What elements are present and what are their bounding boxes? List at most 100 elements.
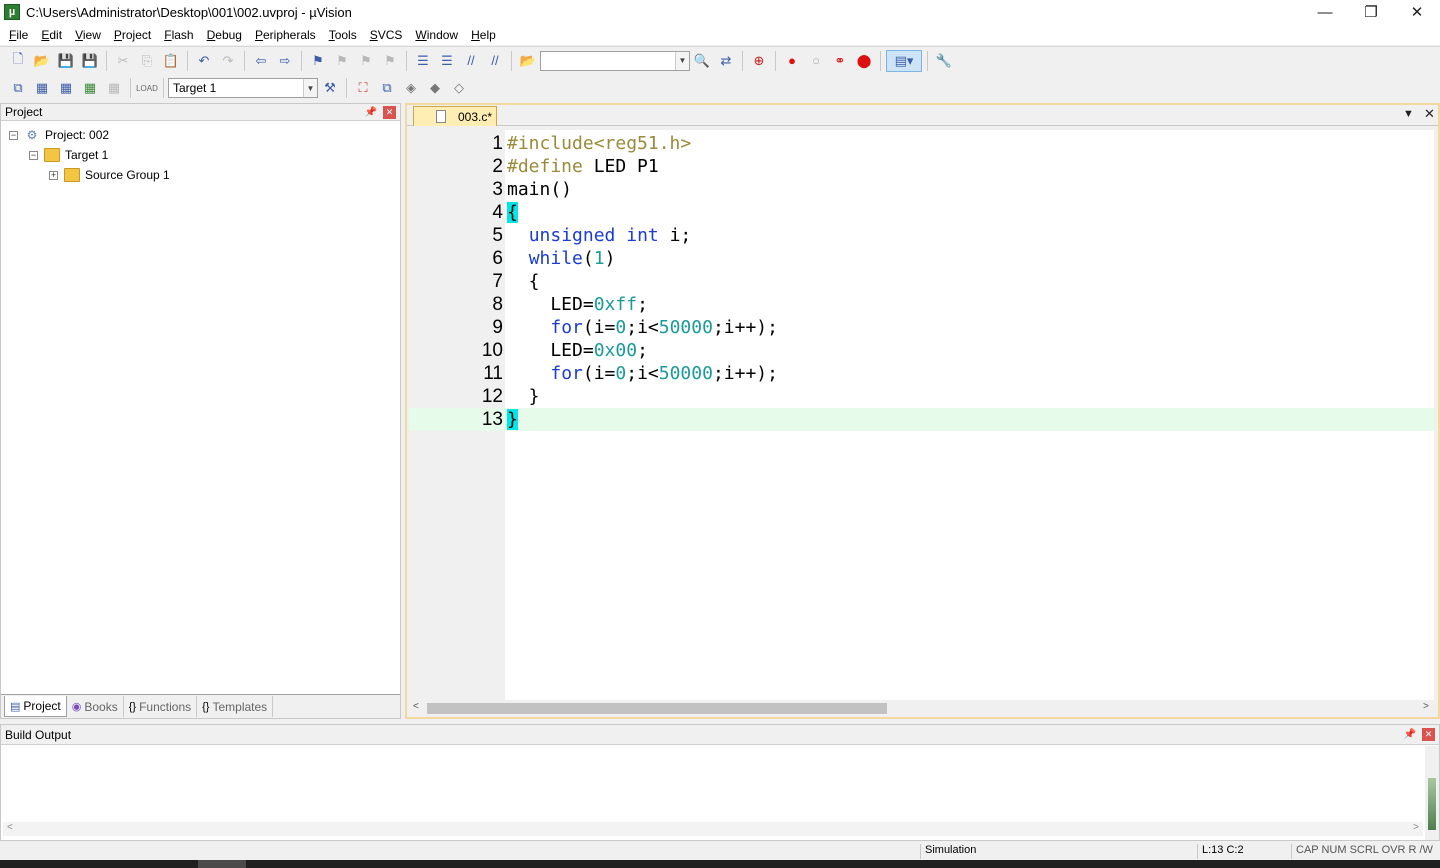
menu-view[interactable]: View [70, 28, 106, 42]
file-extensions-icon[interactable]: ⧉ [376, 77, 398, 99]
batch-build-icon[interactable]: ▦ [79, 77, 101, 99]
taskbar-active-item[interactable] [198, 860, 246, 868]
close-tab-icon[interactable]: ✕ [1424, 106, 1435, 122]
tab-functions[interactable]: {} Functions [124, 696, 198, 717]
redo-icon[interactable]: ↷ [217, 50, 239, 72]
code-line[interactable]: 2 #define LED P1 [409, 155, 1434, 178]
indent-icon[interactable]: ☰ [412, 50, 434, 72]
close-icon[interactable]: ✕ [1422, 728, 1435, 741]
insert-breakpoint-icon[interactable]: ● [781, 50, 803, 72]
copy-icon[interactable]: ⎘ [136, 50, 158, 72]
editor-horizontal-scrollbar[interactable]: < > [409, 700, 1434, 717]
tree-item-project[interactable]: − ⚙ Project: 002 [1, 125, 400, 145]
menu-svcs[interactable]: SVCS [365, 28, 408, 42]
tree-item-target[interactable]: − Target 1 [1, 145, 400, 165]
bookmark-icon[interactable]: ⚑ [307, 50, 329, 72]
close-icon[interactable]: ✕ [383, 105, 396, 119]
code-line[interactable]: 4{ [409, 201, 1434, 224]
run-time-environment-icon[interactable]: ◇ [448, 77, 470, 99]
tab-project[interactable]: ▤ Project [4, 696, 67, 717]
menu-edit[interactable]: Edit [36, 28, 67, 42]
minimize-button[interactable]: — [1302, 0, 1348, 24]
tab-templates[interactable]: {} Templates [197, 696, 274, 717]
chevron-down-icon[interactable]: ▼ [675, 51, 689, 70]
code-line[interactable]: 5 unsigned int i; [409, 224, 1434, 247]
stop-build-icon[interactable]: ▦ [103, 77, 125, 99]
uncomment-icon[interactable]: // [484, 50, 506, 72]
pack-installer-icon[interactable]: ◈ [400, 77, 422, 99]
scroll-left-icon[interactable]: < [7, 822, 13, 833]
scroll-right-icon[interactable]: > [1413, 822, 1419, 833]
save-icon[interactable]: 💾 [55, 50, 77, 72]
comment-icon[interactable]: // [460, 50, 482, 72]
menu-tools[interactable]: Tools [324, 28, 362, 42]
chevron-down-icon[interactable]: ▼ [303, 79, 317, 97]
start-debug-icon[interactable]: ⊕ [748, 50, 770, 72]
code-line[interactable]: 12 } [409, 385, 1434, 408]
code-line[interactable]: 6 while(1) [409, 247, 1434, 270]
tab-list-chevron-icon[interactable]: ▼ [1403, 108, 1414, 120]
new-file-icon[interactable]: 🗋 [7, 50, 29, 72]
menu-project[interactable]: Project [109, 28, 156, 42]
pin-icon[interactable]: 📌 [365, 107, 377, 118]
close-button[interactable]: ✕ [1394, 0, 1440, 24]
menu-window[interactable]: Window [410, 28, 463, 42]
scroll-left-icon[interactable]: < [413, 701, 419, 712]
build-icon[interactable]: ▦ [31, 77, 53, 99]
download-icon[interactable]: LOAD [136, 77, 158, 99]
tab-books[interactable]: ◉ Books [67, 696, 124, 717]
code-line[interactable]: 10 LED=0x00; [409, 339, 1434, 362]
editor-tab-003c[interactable]: 003.c* [413, 106, 497, 126]
code-line[interactable]: 8 LED=0xff; [409, 293, 1434, 316]
collapse-icon[interactable]: − [29, 150, 38, 160]
undo-icon[interactable]: ↶ [193, 50, 215, 72]
configure-icon[interactable]: 🔧 [933, 50, 955, 72]
unindent-icon[interactable]: ☰ [436, 50, 458, 72]
enable-breakpoint-icon[interactable]: ○ [805, 50, 827, 72]
disable-breakpoints-icon[interactable]: ⚭ [829, 50, 851, 72]
open-file-icon[interactable]: 📂 [31, 50, 53, 72]
manage-components-icon[interactable]: ⛶ [352, 77, 374, 99]
window-layout-icon[interactable]: ▤▾ [886, 49, 922, 72]
incremental-find-icon[interactable]: ⇄ [715, 50, 737, 72]
cut-icon[interactable]: ✂ [112, 50, 134, 72]
scroll-right-icon[interactable]: > [1423, 701, 1429, 712]
build-vertical-scrollbar[interactable] [1425, 746, 1439, 840]
scrollbar-thumb[interactable] [1428, 778, 1436, 830]
target-options-icon[interactable]: ⚒ [319, 77, 341, 99]
code-editor[interactable]: 1 #include<reg51.h> 2 #define LED P1 3 main()… [409, 130, 1434, 700]
target-select[interactable]: Target 1 ▼ [168, 78, 318, 98]
menu-help[interactable]: Help [466, 28, 501, 42]
navigate-back-icon[interactable]: ⇦ [250, 50, 272, 72]
select-packs-icon[interactable]: ◆ [424, 77, 446, 99]
translate-icon[interactable]: ⧉ [7, 77, 29, 99]
code-line[interactable]: 9 for(i=0;i<50000;i++); [409, 316, 1434, 339]
build-horizontal-scrollbar[interactable]: < > [3, 822, 1423, 836]
find-combo[interactable]: ▼ [540, 50, 690, 71]
code-line[interactable]: 11 for(i=0;i<50000;i++); [409, 362, 1434, 385]
expand-icon[interactable]: + [49, 170, 58, 180]
menu-flash[interactable]: Flash [159, 28, 198, 42]
clear-bookmarks-icon[interactable]: ⚑ [379, 50, 401, 72]
restore-button[interactable]: ❐ [1348, 0, 1394, 24]
collapse-icon[interactable]: − [9, 130, 18, 140]
kill-breakpoints-icon[interactable]: ⬤ [853, 50, 875, 72]
code-line[interactable]: 13} [409, 408, 1434, 431]
uvision-app-icon[interactable]: µ [4, 4, 20, 20]
menu-debug[interactable]: Debug [202, 28, 247, 42]
scrollbar-thumb[interactable] [427, 703, 887, 714]
find-icon[interactable]: 🔍 [691, 50, 713, 72]
menu-peripherals[interactable]: Peripherals [250, 28, 321, 42]
prev-bookmark-icon[interactable]: ⚑ [331, 50, 353, 72]
navigate-forward-icon[interactable]: ⇨ [274, 50, 296, 72]
code-line[interactable]: 7 { [409, 270, 1434, 293]
menu-file[interactable]: File [4, 28, 33, 42]
rebuild-icon[interactable]: ▦ [55, 77, 77, 99]
code-line[interactable]: 1 #include<reg51.h> [409, 132, 1434, 155]
tree-item-source-group[interactable]: + Source Group 1 [1, 165, 400, 185]
paste-icon[interactable]: 📋 [160, 50, 182, 72]
pin-icon[interactable]: 📌 [1404, 729, 1416, 740]
code-line[interactable]: 3 main() [409, 178, 1434, 201]
save-all-icon[interactable]: 💾 [79, 50, 101, 72]
next-bookmark-icon[interactable]: ⚑ [355, 50, 377, 72]
